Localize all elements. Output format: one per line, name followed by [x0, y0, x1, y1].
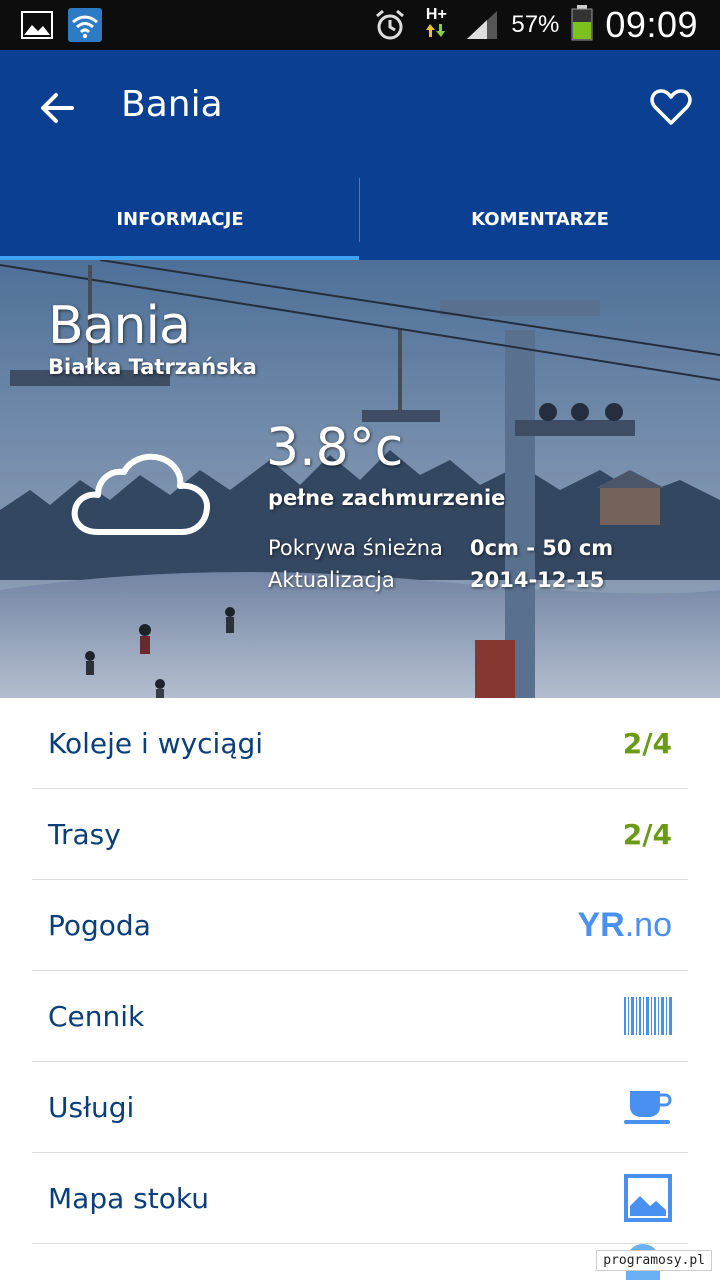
app-bar: Bania INFORMACJE KOMENTARZE — [0, 50, 720, 260]
alarm-icon — [373, 8, 407, 42]
resort-name: Bania — [48, 296, 191, 356]
list-item-weather[interactable]: Pogoda YR.no — [32, 880, 688, 971]
battery-percent: 57% — [511, 11, 560, 38]
tab-divider — [359, 178, 360, 242]
snow-cover-value: 0cm - 50 cm — [470, 536, 614, 560]
status-bar: H+ 57% 09:09 — [0, 0, 720, 50]
tab-bar: INFORMACJE KOMENTARZE — [0, 178, 720, 260]
tab-informacje-label: INFORMACJE — [116, 208, 244, 230]
network-type-icon: H+ — [419, 6, 453, 42]
network-type-label: H+ — [425, 6, 447, 23]
battery-icon — [571, 5, 593, 45]
barcode-icon — [624, 997, 672, 1035]
lifts-value: 2/4 — [622, 726, 672, 760]
image-icon — [624, 1174, 672, 1222]
info-list: Koleje i wyciągi 2/4 Trasy 2/4 Pogoda YR… — [32, 698, 688, 1280]
lifts-label: Koleje i wyciągi — [48, 726, 264, 760]
slope-map-label: Mapa stoku — [48, 1181, 209, 1215]
page-title: Bania — [121, 84, 223, 125]
services-label: Usługi — [48, 1090, 135, 1124]
arrow-back-icon — [41, 93, 74, 123]
resort-location: Białka Tatrzańska — [48, 355, 257, 379]
heart-icon — [650, 89, 692, 125]
clock: 09:09 — [605, 4, 698, 45]
tab-informacje[interactable]: INFORMACJE — [0, 178, 360, 260]
cloud-icon — [70, 452, 212, 542]
update-value: 2014-12-15 — [470, 568, 605, 592]
signal-strength-icon — [465, 8, 499, 42]
yrno-logo-rest: .no — [624, 905, 672, 944]
update-label: Aktualizacja — [268, 568, 395, 592]
favorite-button[interactable] — [646, 82, 696, 132]
list-item-services[interactable]: Usługi — [32, 1062, 688, 1153]
temperature: 3.8°c — [266, 418, 404, 478]
weather-condition: pełne zachmurzenie — [268, 486, 506, 510]
resort-hero: Bania Białka Tatrzańska 3.8°c pełne zach… — [0, 260, 720, 698]
list-item-prices[interactable]: Cennik — [32, 971, 688, 1062]
tab-komentarze-label: KOMENTARZE — [471, 208, 609, 230]
wifi-notification-icon — [68, 8, 102, 42]
prices-label: Cennik — [48, 999, 145, 1033]
runs-label: Trasy — [48, 817, 121, 851]
watermark: programosy.pl — [596, 1250, 712, 1271]
weather-label: Pogoda — [48, 908, 151, 942]
list-item-runs[interactable]: Trasy 2/4 — [32, 789, 688, 880]
list-item-partial[interactable] — [32, 1244, 688, 1280]
runs-value: 2/4 — [622, 817, 672, 851]
tab-komentarze[interactable]: KOMENTARZE — [360, 178, 720, 260]
gallery-notification-icon — [20, 8, 54, 42]
yrno-logo: YR.no — [578, 906, 673, 945]
list-item-slope-map[interactable]: Mapa stoku — [32, 1153, 688, 1244]
list-item-lifts[interactable]: Koleje i wyciągi 2/4 — [32, 698, 688, 789]
yrno-logo-bold: YR — [577, 905, 625, 944]
back-button[interactable] — [30, 82, 82, 134]
snow-cover-label: Pokrywa śnieżna — [268, 536, 443, 560]
coffee-cup-icon — [624, 1091, 672, 1124]
